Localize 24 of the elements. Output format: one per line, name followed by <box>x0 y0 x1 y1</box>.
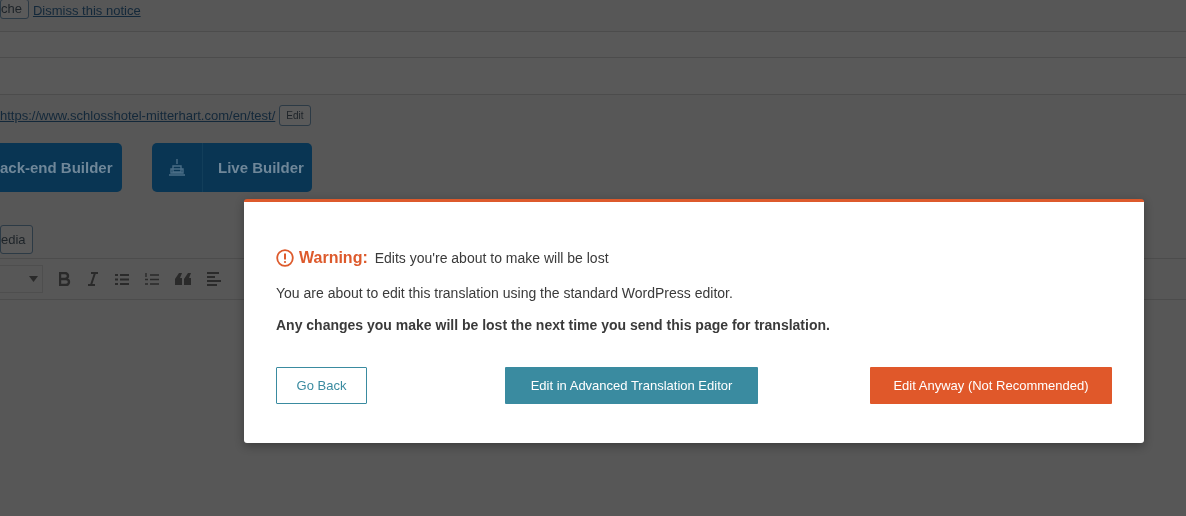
warning-label: Warning: <box>299 249 368 267</box>
advanced-editor-button[interactable]: Edit in Advanced Translation Editor <box>505 367 758 404</box>
go-back-button[interactable]: Go Back <box>276 367 367 404</box>
edit-anyway-button[interactable]: Edit Anyway (Not Recommended) <box>870 367 1112 404</box>
bullet-list-icon[interactable] <box>115 272 129 286</box>
quote-icon[interactable] <box>175 273 191 285</box>
warning-icon <box>276 249 294 267</box>
add-media-button[interactable]: edia <box>0 225 33 254</box>
permalink-link[interactable]: https://www.schlosshotel-mitterhart.com/en/test/ <box>0 108 276 123</box>
italic-icon[interactable] <box>87 272 99 286</box>
numbered-list-icon[interactable] <box>145 272 159 286</box>
castle-logo-icon <box>166 156 188 179</box>
align-left-icon[interactable] <box>207 272 221 286</box>
dismiss-link[interactable]: Dismiss this notice <box>32 2 141 18</box>
builder-button[interactable]: ack-end Builder <box>0 143 122 192</box>
format-dropdown[interactable] <box>0 265 43 293</box>
caret-icon <box>29 276 38 282</box>
warning-text: Edits you're about to make will be lost <box>374 250 609 266</box>
edit-button[interactable]: Edit <box>279 105 311 126</box>
bold-icon[interactable] <box>59 272 71 286</box>
dialog-warning-message: Any changes you make will be lost the next time you send this page for translation. <box>276 317 831 333</box>
builder-button[interactable]: Live Builder <box>152 143 312 192</box>
dialog-message: You are about to edit this translation using the standard WordPress editor. <box>276 285 734 301</box>
cache-button[interactable]: che <box>0 0 29 19</box>
